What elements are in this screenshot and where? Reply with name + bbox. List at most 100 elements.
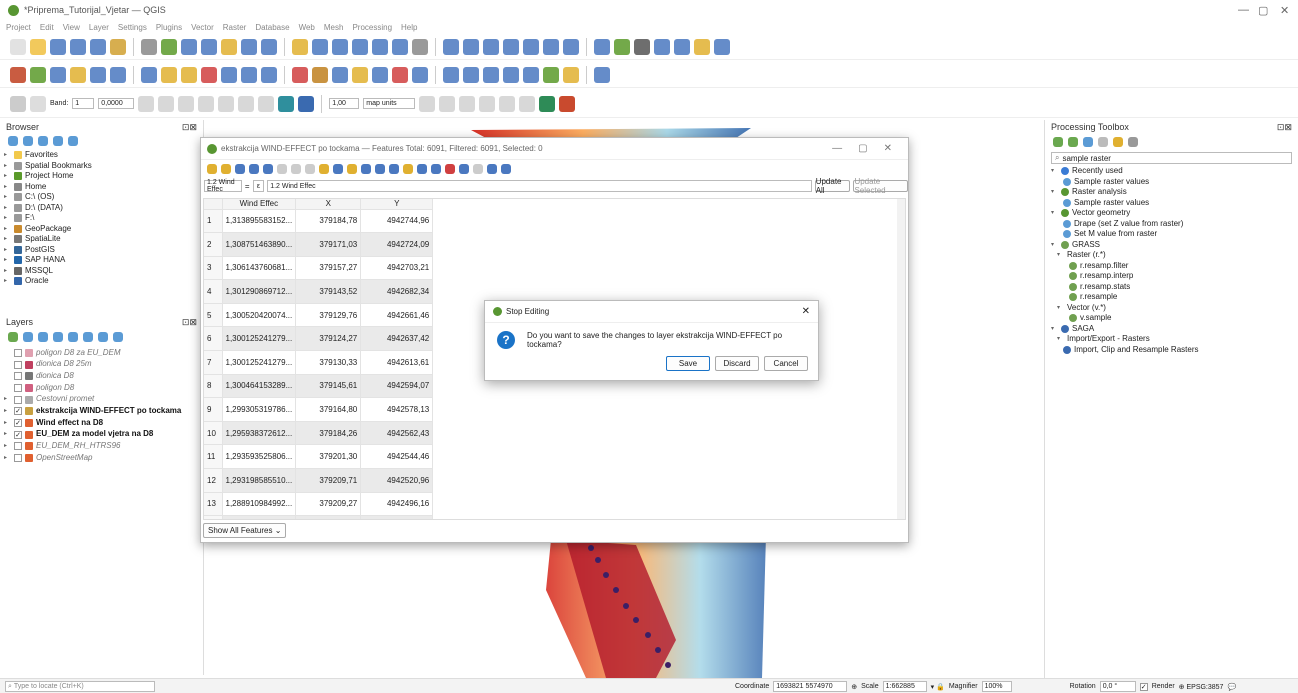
layer-visibility-checkbox[interactable] [14,395,22,404]
toolbar1-tool-icon[interactable] [714,38,730,55]
processing-item[interactable]: ▾ Vector geometry [1051,208,1292,219]
toolbar2-tool-icon[interactable] [412,66,428,83]
toolbar1-tool-icon[interactable] [30,38,46,55]
update-selected-button[interactable]: Update Selected [853,177,908,195]
layer-visibility-checkbox[interactable] [14,360,22,369]
table-row[interactable]: 6 1,300125241279... 379124,27 4942637,42 [204,326,434,352]
table-cell[interactable]: 379164,80 [295,397,362,422]
expand-arrow-icon[interactable]: ▾ [1057,334,1064,345]
row-number[interactable]: 14 [204,515,223,519]
tool-icon[interactable] [298,95,315,112]
lock-icon[interactable]: ▾ 🔒 [931,683,945,691]
table-cell[interactable]: 379184,78 [295,209,362,234]
scrollbar[interactable] [897,199,905,519]
expand-arrow-icon[interactable]: ▸ [4,394,11,405]
expand-arrow-icon[interactable]: ▾ [1051,166,1058,177]
toolbar1-tool-icon[interactable] [523,38,539,55]
browser-item[interactable]: ▸ MSSQL [4,266,203,277]
attr-window-controls[interactable]: —▢✕ [832,143,908,154]
panel-close-icon[interactable]: ⊡⊠ [182,317,197,328]
toolbar2-tool-icon[interactable] [543,66,559,83]
minimize-icon[interactable]: — [1238,4,1249,16]
table-cell[interactable]: 1,300464153289... [222,374,297,399]
row-number[interactable]: 12 [204,468,223,493]
expand-arrow-icon[interactable]: ▸ [4,441,11,452]
toolbar1-tool-icon[interactable] [694,38,710,55]
processing-item[interactable]: Set M value from raster [1051,229,1292,240]
expand-arrow-icon[interactable]: ▸ [4,192,11,203]
menu-item[interactable]: Project [6,23,31,32]
toolbar1-tool-icon[interactable] [201,38,217,55]
row-number[interactable]: 3 [204,256,223,281]
browser-item[interactable]: ▸ Oracle [4,276,203,287]
layer-item[interactable]: poligon D8 [4,382,203,394]
add-icon[interactable] [8,136,18,146]
processing-search-input[interactable]: sample raster [1062,154,1110,163]
toolbar2-tool-icon[interactable] [50,66,66,83]
toolbar1-tool-icon[interactable] [50,38,66,55]
toolbar1-tool-icon[interactable] [312,38,328,55]
layer-item[interactable]: dionica D8 25m [4,359,203,371]
processing-item[interactable]: v.sample [1051,313,1292,324]
expand-arrow-icon[interactable]: ▸ [4,406,11,417]
menu-item[interactable]: View [63,23,80,32]
toolbar1-tool-icon[interactable] [614,38,630,55]
table-cell[interactable]: 4942613,61 [360,350,434,375]
digitize-icon[interactable] [10,95,26,112]
size-input[interactable]: 1,00 [329,98,360,109]
menu-item[interactable]: Plugins [156,23,182,32]
toolbar1-tool-icon[interactable] [352,38,368,55]
tool-icon[interactable] [419,95,436,112]
attr-tool-icon[interactable] [445,164,455,174]
layer-visibility-checkbox[interactable] [14,348,22,357]
layer-visibility-checkbox[interactable] [14,372,22,381]
render-checkbox[interactable]: ✓ [1139,682,1148,691]
layer-item[interactable]: dionica D8 [4,370,203,382]
attr-tool-icon[interactable] [235,164,245,174]
filter-icon[interactable] [38,136,48,146]
attr-tool-icon[interactable] [417,164,427,174]
table-row[interactable]: 4 1,301290869712... 379143,52 4942682,34 [204,279,434,304]
expression-input[interactable]: 1.2 Wind Effec [267,180,812,192]
attr-tool-icon[interactable] [473,164,483,174]
table-cell[interactable]: 4942744,96 [360,209,434,234]
table-cell[interactable]: 1,300520420074... [222,303,297,328]
toolbar2-tool-icon[interactable] [261,66,277,83]
layer-visibility-checkbox[interactable]: ✓ [14,407,22,416]
expand-arrow-icon[interactable]: ▸ [4,276,11,287]
table-cell[interactable]: 1,306143760681... [222,256,297,281]
layer-item[interactable]: ▸ EU_DEM_RH_HTRS96 [4,441,203,453]
toolbar2-tool-icon[interactable] [372,66,388,83]
processing-item[interactable]: ▾ Recently used [1051,166,1292,177]
processing-item[interactable]: r.resamp.stats [1051,282,1292,293]
processing-item[interactable]: ▾ Vector (v.*) [1051,303,1292,314]
toolbar1-tool-icon[interactable] [292,38,308,55]
rotation-input[interactable]: 0,0 ° [1099,681,1136,692]
row-number[interactable]: 13 [204,492,223,517]
layer-visibility-checkbox[interactable] [14,454,22,463]
processing-item[interactable]: ▾ SAGA [1051,324,1292,335]
row-number[interactable]: 5 [204,303,223,328]
layer-visibility-checkbox[interactable] [14,442,22,451]
table-row[interactable]: 141,284257173538...379199,724942473,46 [204,515,434,519]
history-icon[interactable] [1083,137,1093,147]
attr-tool-icon[interactable] [221,164,231,174]
table-cell[interactable]: 1,288910984992... [222,492,297,517]
table-row[interactable]: 13 1,288910984992... 379209,27 4942496,16 [204,492,434,517]
table-cell[interactable]: 1,299305319786... [222,397,297,422]
browser-item[interactable]: ▸ Favorites [4,150,203,161]
table-cell[interactable]: 379143,52 [295,279,362,304]
toolbar1-tool-icon[interactable] [503,38,519,55]
table-cell[interactable]: 379157,27 [295,256,362,281]
remove-icon[interactable] [113,332,123,342]
attr-tool-icon[interactable] [389,164,399,174]
update-all-button[interactable]: Update All [814,177,851,195]
tool-icon[interactable] [238,95,255,112]
toolbar1-tool-icon[interactable] [543,38,559,55]
table-cell[interactable]: 4942637,42 [360,326,434,352]
expression-icon[interactable]: ε [252,180,265,192]
attr-tool-icon[interactable] [249,164,259,174]
table-cell[interactable]: 1,308751463890... [222,232,297,257]
toolbar1-tool-icon[interactable] [10,38,26,55]
table-cell[interactable]: 379145,61 [295,374,362,399]
